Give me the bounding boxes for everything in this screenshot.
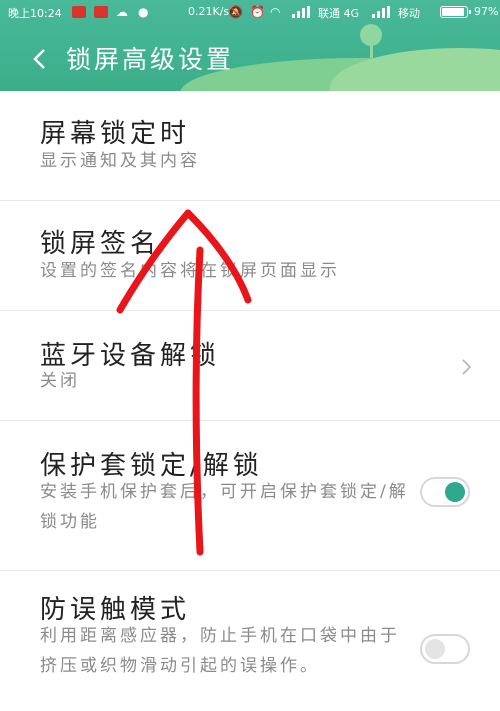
app-notification-icon bbox=[94, 6, 108, 18]
alarm-icon: ⏰ bbox=[250, 5, 265, 19]
setting-subtitle: 设置的签名内容将在锁屏页面显示 bbox=[40, 261, 340, 281]
tree-trunk bbox=[370, 44, 373, 58]
setting-anti-mistouch[interactable]: 防误触模式 利用距离感应器，防止手机在口袋中由于挤压或织物滑动引起的误操作。 bbox=[0, 571, 500, 711]
carrier-1: 联通 4G bbox=[318, 7, 360, 20]
back-arrow-icon bbox=[33, 49, 45, 69]
header-bar: 晚上10:24 ☁ ● 0.21K/s 🔕 ⏰ ◠ 联通 4G 移动 97% 锁… bbox=[0, 0, 500, 91]
network-speed: 0.21K/s bbox=[188, 5, 230, 18]
setting-title: 锁屏签名 bbox=[40, 229, 161, 259]
setting-lock-screen-signature[interactable]: 锁屏签名 设置的签名内容将在锁屏页面显示 bbox=[0, 201, 500, 311]
page-title: 锁屏高级设置 bbox=[66, 45, 235, 74]
case-lock-toggle[interactable] bbox=[420, 477, 470, 507]
carrier-2: 移动 bbox=[398, 7, 420, 20]
status-time: 晚上10:24 bbox=[8, 7, 62, 20]
battery-percent: 97% bbox=[474, 5, 499, 18]
back-button[interactable] bbox=[26, 44, 56, 74]
wifi-icon: ◠ bbox=[270, 5, 281, 19]
mute-icon: 🔕 bbox=[228, 5, 243, 19]
setting-subtitle: 安装手机保护套后，可开启保护套锁定/解锁功能 bbox=[40, 482, 409, 532]
status-bar: 晚上10:24 ☁ ● 0.21K/s 🔕 ⏰ ◠ 联通 4G 移动 97% bbox=[0, 0, 500, 24]
qq-icon: ● bbox=[138, 5, 149, 19]
setting-lock-screen-notification[interactable]: 屏幕锁定时 显示通知及其内容 bbox=[0, 91, 500, 201]
tree-icon bbox=[360, 24, 382, 46]
anti-mistouch-toggle[interactable] bbox=[420, 634, 470, 664]
header-hill-decoration bbox=[330, 48, 500, 91]
chevron-right-icon bbox=[462, 359, 472, 375]
setting-subtitle: 关闭 bbox=[40, 371, 80, 391]
signal-icon bbox=[292, 6, 310, 18]
setting-subtitle: 显示通知及其内容 bbox=[40, 151, 200, 171]
signal-icon bbox=[372, 6, 390, 18]
app-notification-icon bbox=[72, 6, 86, 18]
setting-bluetooth-unlock[interactable]: 蓝牙设备解锁 关闭 bbox=[0, 311, 500, 421]
battery-icon bbox=[440, 6, 471, 18]
cloud-icon: ☁ bbox=[116, 5, 128, 19]
setting-title: 屏幕锁定时 bbox=[40, 119, 191, 149]
setting-case-lock[interactable]: 保护套锁定/解锁 安装手机保护套后，可开启保护套锁定/解锁功能 bbox=[0, 421, 500, 571]
setting-subtitle: 利用距离感应器，防止手机在口袋中由于挤压或织物滑动引起的误操作。 bbox=[40, 626, 400, 676]
